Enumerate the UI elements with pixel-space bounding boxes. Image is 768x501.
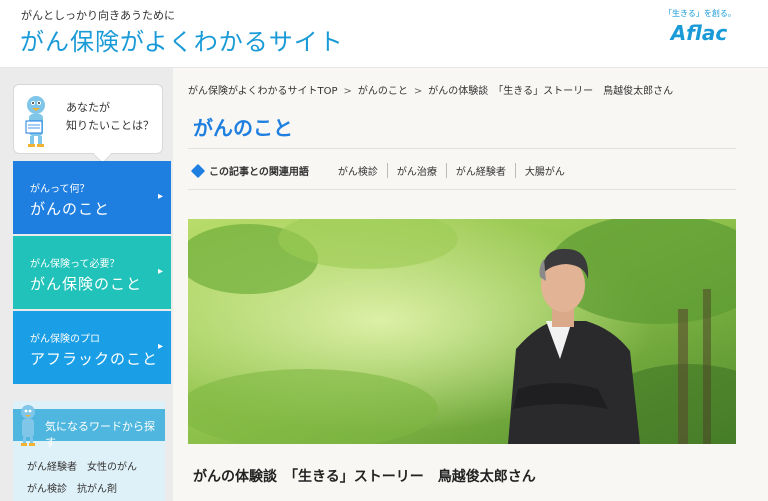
sidebar: あなたが 知りたいことは？ がんって何？ がんのこと ▸ がん保険って必要？ が…	[0, 68, 173, 501]
word-tag-list: がん経験者 女性のがん がん検診 抗がん剤	[27, 457, 147, 501]
site-tagline: がんとしっかり向きあうために	[21, 9, 175, 22]
word-tag[interactable]: がん検診	[27, 479, 67, 501]
chevron-right-icon: ▸	[157, 266, 163, 277]
divider	[188, 148, 736, 149]
nav-cancer-title: がんのこと	[30, 200, 111, 218]
word-search-box: 気になるワードから探す がん経験者 女性のがん がん検診 抗がん剤	[13, 401, 165, 501]
bubble-text: あなたが 知りたいことは？	[66, 99, 154, 135]
page-title: がんのこと	[193, 116, 293, 140]
bubble-line-1: あなたが	[66, 101, 110, 114]
article-hero-photo	[188, 219, 736, 444]
word-tag[interactable]: 抗がん剤	[77, 479, 117, 501]
bubble-line-2: 知りたいことは？	[66, 119, 154, 132]
tag-icon	[190, 163, 206, 178]
site-title-link[interactable]: がん保険がよくわかるサイト	[20, 22, 344, 57]
question-bubble: あなたが 知りたいことは？	[13, 84, 163, 154]
duck-mascot-small-icon	[21, 405, 35, 446]
main-content: がん保険がよくわかるサイトTOP > がんのこと > がんの体験談 「生きる」ストーリー…	[173, 68, 768, 501]
logo-slogan: 「生きる」を創る。	[664, 9, 736, 18]
breadcrumb-item[interactable]: がん保険がよくわかるサイトTOP	[188, 86, 338, 97]
breadcrumb-item[interactable]: がんのこと	[358, 86, 408, 97]
nav-aflac-title: アフラックのこと	[30, 350, 159, 368]
nav-cancer[interactable]: がんって何？ がんのこと ▸	[13, 161, 171, 234]
breadcrumb-separator-icon: >	[343, 86, 352, 97]
article-title: がんの体験談 「生きる」ストーリー 鳥越俊太郎さん	[193, 469, 536, 485]
word-tag[interactable]: がん経験者	[27, 457, 77, 479]
related-terms-label: この記事との関連用語	[209, 167, 309, 178]
related-term-link[interactable]: がん検診	[329, 163, 387, 178]
related-term-link[interactable]: がん治療	[386, 163, 446, 178]
duck-mascot-icon	[25, 96, 45, 147]
word-tag[interactable]: 女性のがん	[87, 457, 137, 479]
related-term-link[interactable]: がん経験者	[445, 163, 515, 178]
breadcrumb-separator-icon: >	[413, 86, 423, 97]
related-term-link[interactable]: 大腸がん	[514, 163, 574, 178]
nav-aflac[interactable]: がん保険のプロ アフラックのこと ▸	[13, 311, 171, 384]
chevron-right-icon: ▸	[157, 191, 163, 202]
nav-cancer-insurance[interactable]: がん保険って必要？ がん保険のこと ▸	[13, 236, 171, 309]
related-terms-row: この記事との関連用語 がん検診 がん治療 がん経験者 大腸がん	[190, 163, 574, 178]
nav-aflac-subtitle: がん保険のプロ	[30, 334, 100, 345]
logo-wordmark: Aflac	[670, 21, 728, 45]
word-search-title: 気になるワードから探す	[45, 420, 155, 449]
breadcrumb-current: がんの体験談 「生きる」ストーリー 鳥越俊太郎さん	[428, 86, 674, 97]
divider	[188, 189, 736, 190]
nav-cancer-subtitle: がんって何？	[30, 184, 90, 195]
breadcrumb: がん保険がよくわかるサイトTOP > がんのこと > がんの体験談 「生きる」ストーリー…	[188, 82, 673, 97]
chevron-right-icon: ▸	[157, 341, 163, 352]
aflac-logo[interactable]: 「生きる」を創る。 Aflac	[664, 8, 736, 50]
nav-insurance-subtitle: がん保険って必要？	[30, 259, 120, 270]
site-header: がんとしっかり向きあうために がん保険がよくわかるサイト 「生きる」を創る。 A…	[0, 0, 768, 68]
nav-insurance-title: がん保険のこと	[30, 275, 143, 293]
word-search-header: 気になるワードから探す	[13, 405, 165, 449]
